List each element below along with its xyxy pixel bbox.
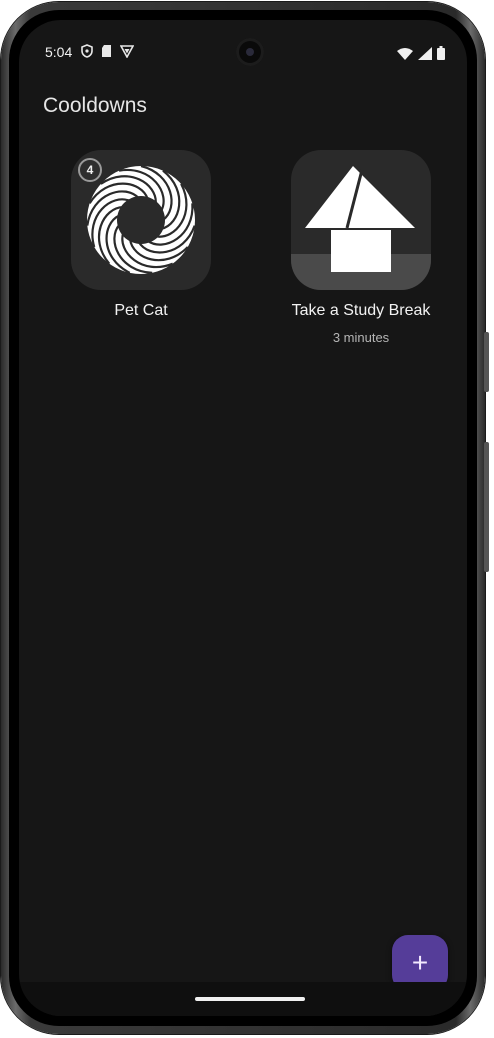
- battery-icon: [437, 46, 445, 65]
- cooldown-title: Take a Study Break: [291, 302, 431, 319]
- power-button: [484, 442, 489, 572]
- plus-icon: +: [411, 947, 429, 978]
- status-icons-left: [81, 44, 135, 62]
- phone-bezel: 5:04 Cooldowns 4 Pet Cat Take a Study Br…: [9, 10, 477, 1026]
- vpn-icon: [119, 44, 135, 62]
- cooldown-title: Pet Cat: [114, 302, 168, 319]
- navigation-bar: [19, 982, 467, 1016]
- volume-button: [484, 332, 489, 392]
- cooldown-item-study-break[interactable]: Take a Study Break 3 minutes: [261, 150, 461, 345]
- count-badge: 4: [78, 158, 102, 182]
- screen: 5:04 Cooldowns 4 Pet Cat Take a Study Br…: [19, 20, 467, 1016]
- page-title: Cooldowns: [43, 94, 147, 117]
- wifi-icon: [397, 47, 413, 65]
- house-icon: [291, 165, 431, 290]
- cooldown-item-pet-cat[interactable]: 4 Pet Cat: [41, 150, 241, 320]
- status-time: 5:04: [45, 44, 73, 60]
- front-camera: [236, 38, 264, 66]
- signal-icon: [418, 46, 432, 65]
- cooldown-tile[interactable]: 4: [71, 150, 211, 290]
- shield-icon: [81, 44, 93, 62]
- gesture-handle[interactable]: [195, 997, 305, 1001]
- status-bar: 5:04: [19, 20, 467, 70]
- cooldown-tile[interactable]: [291, 150, 431, 290]
- phone-frame: 5:04 Cooldowns 4 Pet Cat Take a Study Br…: [1, 2, 489, 1034]
- sd-card-icon: [101, 44, 112, 62]
- cooldown-duration: 3 minutes: [332, 330, 390, 345]
- status-icons-right: [397, 46, 445, 65]
